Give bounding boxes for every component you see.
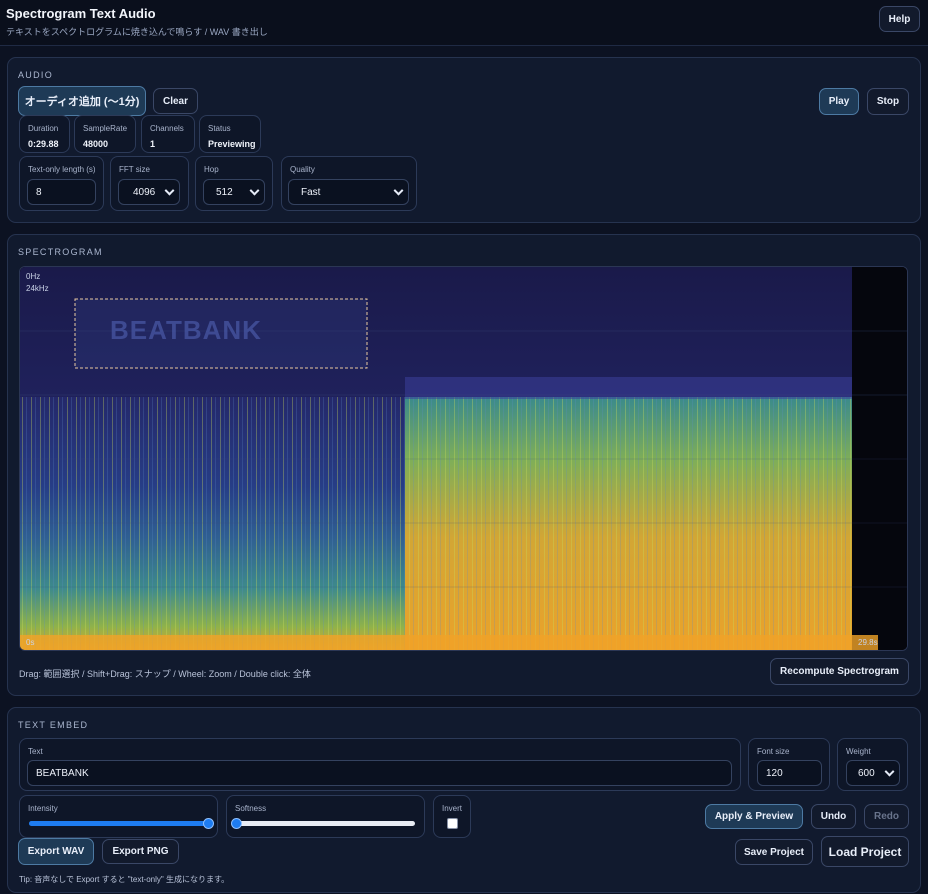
softness-label: Softness [235, 804, 267, 813]
duration-stat: Duration 0:29.88 [19, 115, 70, 153]
samplerate-stat: SampleRate 48000 [74, 115, 136, 153]
samplerate-value: 48000 [83, 139, 109, 149]
invert-checkbox[interactable] [447, 818, 458, 829]
freq-0hz-label: 0Hz [26, 272, 41, 281]
hop-label: Hop [204, 165, 219, 174]
audio-section-title: AUDIO [18, 70, 54, 80]
play-button[interactable]: Play [819, 88, 859, 115]
chevron-down-icon [249, 185, 260, 196]
text-embed-section-title: TEXT EMBED [18, 720, 89, 730]
invert-group: Invert [433, 795, 471, 838]
quality-label: Quality [290, 165, 315, 174]
samplerate-label: SampleRate [83, 124, 128, 133]
softness-group: Softness [226, 795, 425, 838]
text-label: Text [28, 747, 43, 756]
hop-value: 512 [216, 186, 233, 198]
quality-select[interactable]: Fast [288, 179, 409, 205]
quality-value: Fast [301, 186, 321, 198]
status-label: Status [208, 124, 231, 133]
duration-label: Duration [28, 124, 59, 133]
fft-size-select[interactable]: 4096 [118, 179, 180, 205]
status-stat: Status Previewing [199, 115, 261, 153]
softness-slider-thumb[interactable] [230, 818, 242, 829]
hop-select[interactable]: 512 [203, 179, 265, 205]
spectrogram-section-title: SPECTROGRAM [18, 247, 103, 257]
app-subtitle: テキストをスペクトログラムに焼き込んで鳴らす / WAV 書き出し [6, 27, 268, 37]
apply-preview-button[interactable]: Apply & Preview [705, 804, 803, 829]
tip-text: Tip: 音声なしで Export すると "text-only" 生成になりま… [19, 875, 230, 884]
chevron-down-icon [393, 185, 404, 196]
weight-value: 600 [858, 767, 875, 779]
intensity-slider-thumb[interactable] [202, 818, 214, 829]
fft-size-label: FFT size [119, 165, 150, 174]
freq-24khz-label: 24kHz [26, 284, 49, 293]
help-button[interactable]: Help [879, 6, 920, 32]
invert-label: Invert [442, 804, 463, 813]
save-project-button[interactable]: Save Project [735, 839, 813, 865]
channels-stat: Channels 1 [141, 115, 195, 153]
clear-button[interactable]: Clear [153, 88, 198, 114]
weight-select[interactable]: 600 [846, 760, 900, 786]
time-end-label: 29.8s [858, 638, 878, 647]
spectrogram-hint: Drag: 範囲選択 / Shift+Drag: スナップ / Wheel: Z… [19, 669, 311, 679]
recompute-spectrogram-button[interactable]: Recompute Spectrogram [770, 658, 909, 685]
chevron-down-icon [164, 185, 175, 196]
duration-value: 0:29.88 [28, 139, 59, 149]
channels-label: Channels [150, 124, 184, 133]
export-wav-button[interactable]: Export WAV [18, 838, 94, 865]
intensity-slider[interactable] [29, 821, 208, 826]
load-project-button[interactable]: Load Project [821, 836, 909, 867]
stop-button[interactable]: Stop [867, 88, 909, 115]
time-start-label: 0s [26, 638, 35, 647]
text-input[interactable]: BEATBANK [27, 760, 732, 786]
app-title: Spectrogram Text Audio [6, 6, 156, 21]
intensity-group: Intensity [19, 795, 218, 838]
spectrogram-canvas[interactable]: 0Hz 24kHz BEATBANK 0s 29.8s [19, 266, 908, 651]
status-value: Previewing [208, 139, 256, 149]
undo-button[interactable]: Undo [811, 804, 856, 829]
channels-value: 1 [150, 139, 156, 149]
export-png-button[interactable]: Export PNG [102, 839, 179, 864]
app-header: Spectrogram Text Audio テキストをスペクトログラムに焼き込… [0, 0, 928, 46]
intensity-slider-fill [29, 821, 208, 826]
add-audio-button[interactable]: オーディオ追加 (〜1分) [18, 86, 146, 116]
text-only-length-label: Text-only length (s) [28, 165, 96, 174]
fft-size-value: 4096 [133, 186, 156, 198]
font-size-input[interactable]: 120 [757, 760, 822, 786]
chevron-down-icon [884, 766, 895, 777]
overlay-text-preview: BEATBANK [110, 315, 262, 345]
softness-slider[interactable] [236, 821, 415, 826]
weight-label: Weight [846, 747, 871, 756]
redo-button[interactable]: Redo [864, 804, 909, 829]
intensity-label: Intensity [28, 804, 58, 813]
text-only-length-input[interactable]: 8 [27, 179, 96, 205]
font-size-label: Font size [757, 747, 790, 756]
